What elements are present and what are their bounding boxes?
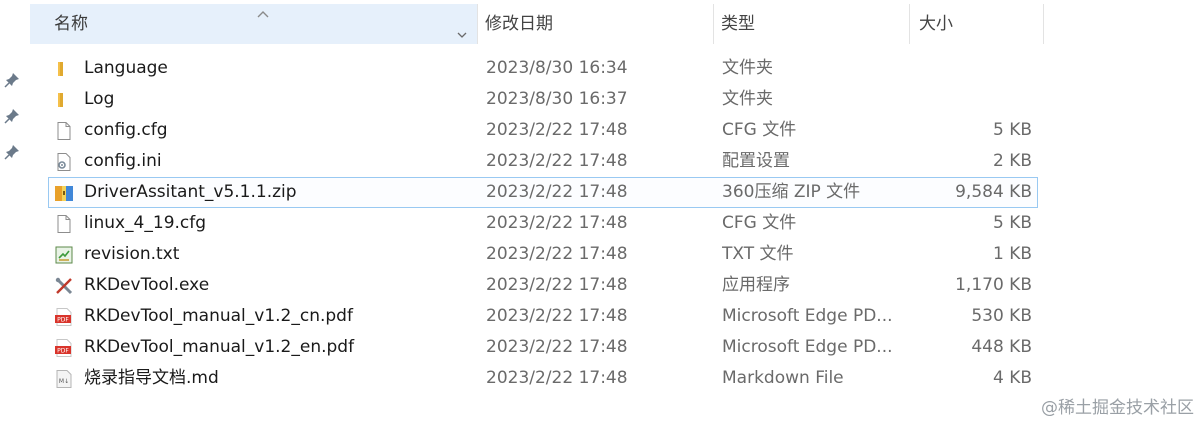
file-date: 2023/2/22 17:48 xyxy=(486,213,628,233)
file-type: 应用程序 xyxy=(722,275,790,295)
file-name: RKDevTool_manual_v1.2_en.pdf xyxy=(84,337,355,357)
file-size: 2 KB xyxy=(992,151,1032,171)
file-size: 5 KB xyxy=(992,213,1032,233)
file-type: CFG 文件 xyxy=(722,213,797,233)
file-type: CFG 文件 xyxy=(722,120,797,140)
file-type: Microsoft Edge PD... xyxy=(722,337,893,357)
file-name: linux_4_19.cfg xyxy=(84,213,207,233)
chevron-down-icon[interactable] xyxy=(455,17,469,38)
file-date: 2023/2/22 17:48 xyxy=(486,275,628,295)
file-type: 配置设置 xyxy=(722,151,790,171)
file-size: 9,584 KB xyxy=(955,182,1032,202)
file-date: 2023/2/22 17:48 xyxy=(486,306,628,326)
file-date: 2023/2/22 17:48 xyxy=(486,368,628,388)
column-header-name-label: 名称 xyxy=(54,14,88,34)
config-file-icon xyxy=(54,152,74,172)
file-type: 文件夹 xyxy=(722,58,773,78)
pin-icon[interactable] xyxy=(4,144,20,160)
folder-icon xyxy=(54,90,74,110)
markdown-file-icon: M↓ xyxy=(54,369,74,389)
file-row[interactable]: config.ini 2023/2/22 17:48 配置设置 2 KB xyxy=(48,146,1038,177)
file-row[interactable]: Language 2023/8/30 16:34 文件夹 xyxy=(48,53,1038,84)
file-name: 烧录指导文档.md xyxy=(84,368,219,388)
file-date: 2023/2/22 17:48 xyxy=(486,244,628,264)
column-header-date-label: 修改日期 xyxy=(485,14,553,34)
file-row[interactable]: PDF RKDevTool_manual_v1.2_cn.pdf 2023/2/… xyxy=(48,301,1038,332)
column-header-name[interactable]: 名称 xyxy=(30,4,477,44)
file-size: 448 KB xyxy=(971,337,1032,357)
column-header-size-label: 大小 xyxy=(919,14,953,34)
file-explorer: 名称 修改日期 类型 大小 Language 2023/8/30 16:34 文… xyxy=(0,0,1200,422)
file-name: Language xyxy=(84,58,168,78)
file-type: Markdown File xyxy=(722,368,844,388)
file-row[interactable]: Log 2023/8/30 16:37 文件夹 xyxy=(48,84,1038,115)
file-row[interactable]: RKDevTool.exe 2023/2/22 17:48 应用程序 1,170… xyxy=(48,270,1038,301)
file-size: 530 KB xyxy=(971,306,1032,326)
file-name: RKDevTool.exe xyxy=(84,275,210,295)
file-date: 2023/2/22 17:48 xyxy=(486,151,628,171)
svg-text:PDF: PDF xyxy=(57,317,69,324)
file-row[interactable]: config.cfg 2023/2/22 17:48 CFG 文件 5 KB xyxy=(48,115,1038,146)
file-type: 文件夹 xyxy=(722,89,773,109)
file-list: Language 2023/8/30 16:34 文件夹 Log 2023/8/… xyxy=(48,53,1040,394)
file-row-selected[interactable]: DriverAssitant_v5.1.1.zip 2023/2/22 17:4… xyxy=(48,177,1038,208)
file-type: Microsoft Edge PD... xyxy=(722,306,893,326)
file-row[interactable]: PDF RKDevTool_manual_v1.2_en.pdf 2023/2/… xyxy=(48,332,1038,363)
file-icon xyxy=(54,214,74,234)
pin-icon[interactable] xyxy=(4,72,20,88)
file-row[interactable]: linux_4_19.cfg 2023/2/22 17:48 CFG 文件 5 … xyxy=(48,208,1038,239)
file-date: 2023/8/30 16:34 xyxy=(486,58,628,78)
file-row[interactable]: revision.txt 2023/2/22 17:48 TXT 文件 1 KB xyxy=(48,239,1038,270)
file-name: revision.txt xyxy=(84,244,180,264)
svg-text:M↓: M↓ xyxy=(59,378,69,385)
pdf-icon: PDF xyxy=(54,307,74,327)
column-header: 名称 修改日期 类型 大小 xyxy=(30,4,1044,44)
file-name: RKDevTool_manual_v1.2_cn.pdf xyxy=(84,306,353,326)
file-type: TXT 文件 xyxy=(722,244,794,264)
column-header-type-label: 类型 xyxy=(721,14,755,34)
file-size xyxy=(928,53,1032,84)
file-size: 4 KB xyxy=(992,368,1032,388)
watermark: @稀土掘金技术社区 xyxy=(1041,398,1194,418)
file-date: 2023/2/22 17:48 xyxy=(486,120,628,140)
file-name: DriverAssitant_v5.1.1.zip xyxy=(84,182,297,202)
file-name: config.cfg xyxy=(84,120,168,140)
file-size xyxy=(928,84,1032,115)
column-divider[interactable] xyxy=(1043,4,1044,44)
tools-exe-icon xyxy=(54,276,74,296)
zip-archive-icon xyxy=(54,183,74,203)
file-type: 360压缩 ZIP 文件 xyxy=(722,182,861,202)
pdf-icon: PDF xyxy=(54,338,74,358)
file-size: 1 KB xyxy=(992,244,1032,264)
file-size: 1,170 KB xyxy=(955,275,1032,295)
file-date: 2023/2/22 17:48 xyxy=(486,337,628,357)
file-date: 2023/2/22 17:48 xyxy=(486,182,628,202)
column-header-size[interactable]: 大小 xyxy=(909,4,1044,44)
file-size: 5 KB xyxy=(992,120,1032,140)
file-name: Log xyxy=(84,89,115,109)
file-name: config.ini xyxy=(84,151,162,171)
svg-text:PDF: PDF xyxy=(57,348,69,355)
sort-ascending-icon xyxy=(256,0,270,18)
file-row[interactable]: M↓ 烧录指导文档.md 2023/2/22 17:48 Markdown Fi… xyxy=(48,363,1038,394)
file-icon xyxy=(54,121,74,141)
column-header-date[interactable]: 修改日期 xyxy=(477,4,713,44)
folder-icon xyxy=(54,59,74,79)
text-file-icon xyxy=(54,245,74,265)
file-date: 2023/8/30 16:37 xyxy=(486,89,628,109)
column-header-type[interactable]: 类型 xyxy=(713,4,909,44)
quick-access-pins xyxy=(0,66,24,176)
pin-icon[interactable] xyxy=(4,108,20,124)
